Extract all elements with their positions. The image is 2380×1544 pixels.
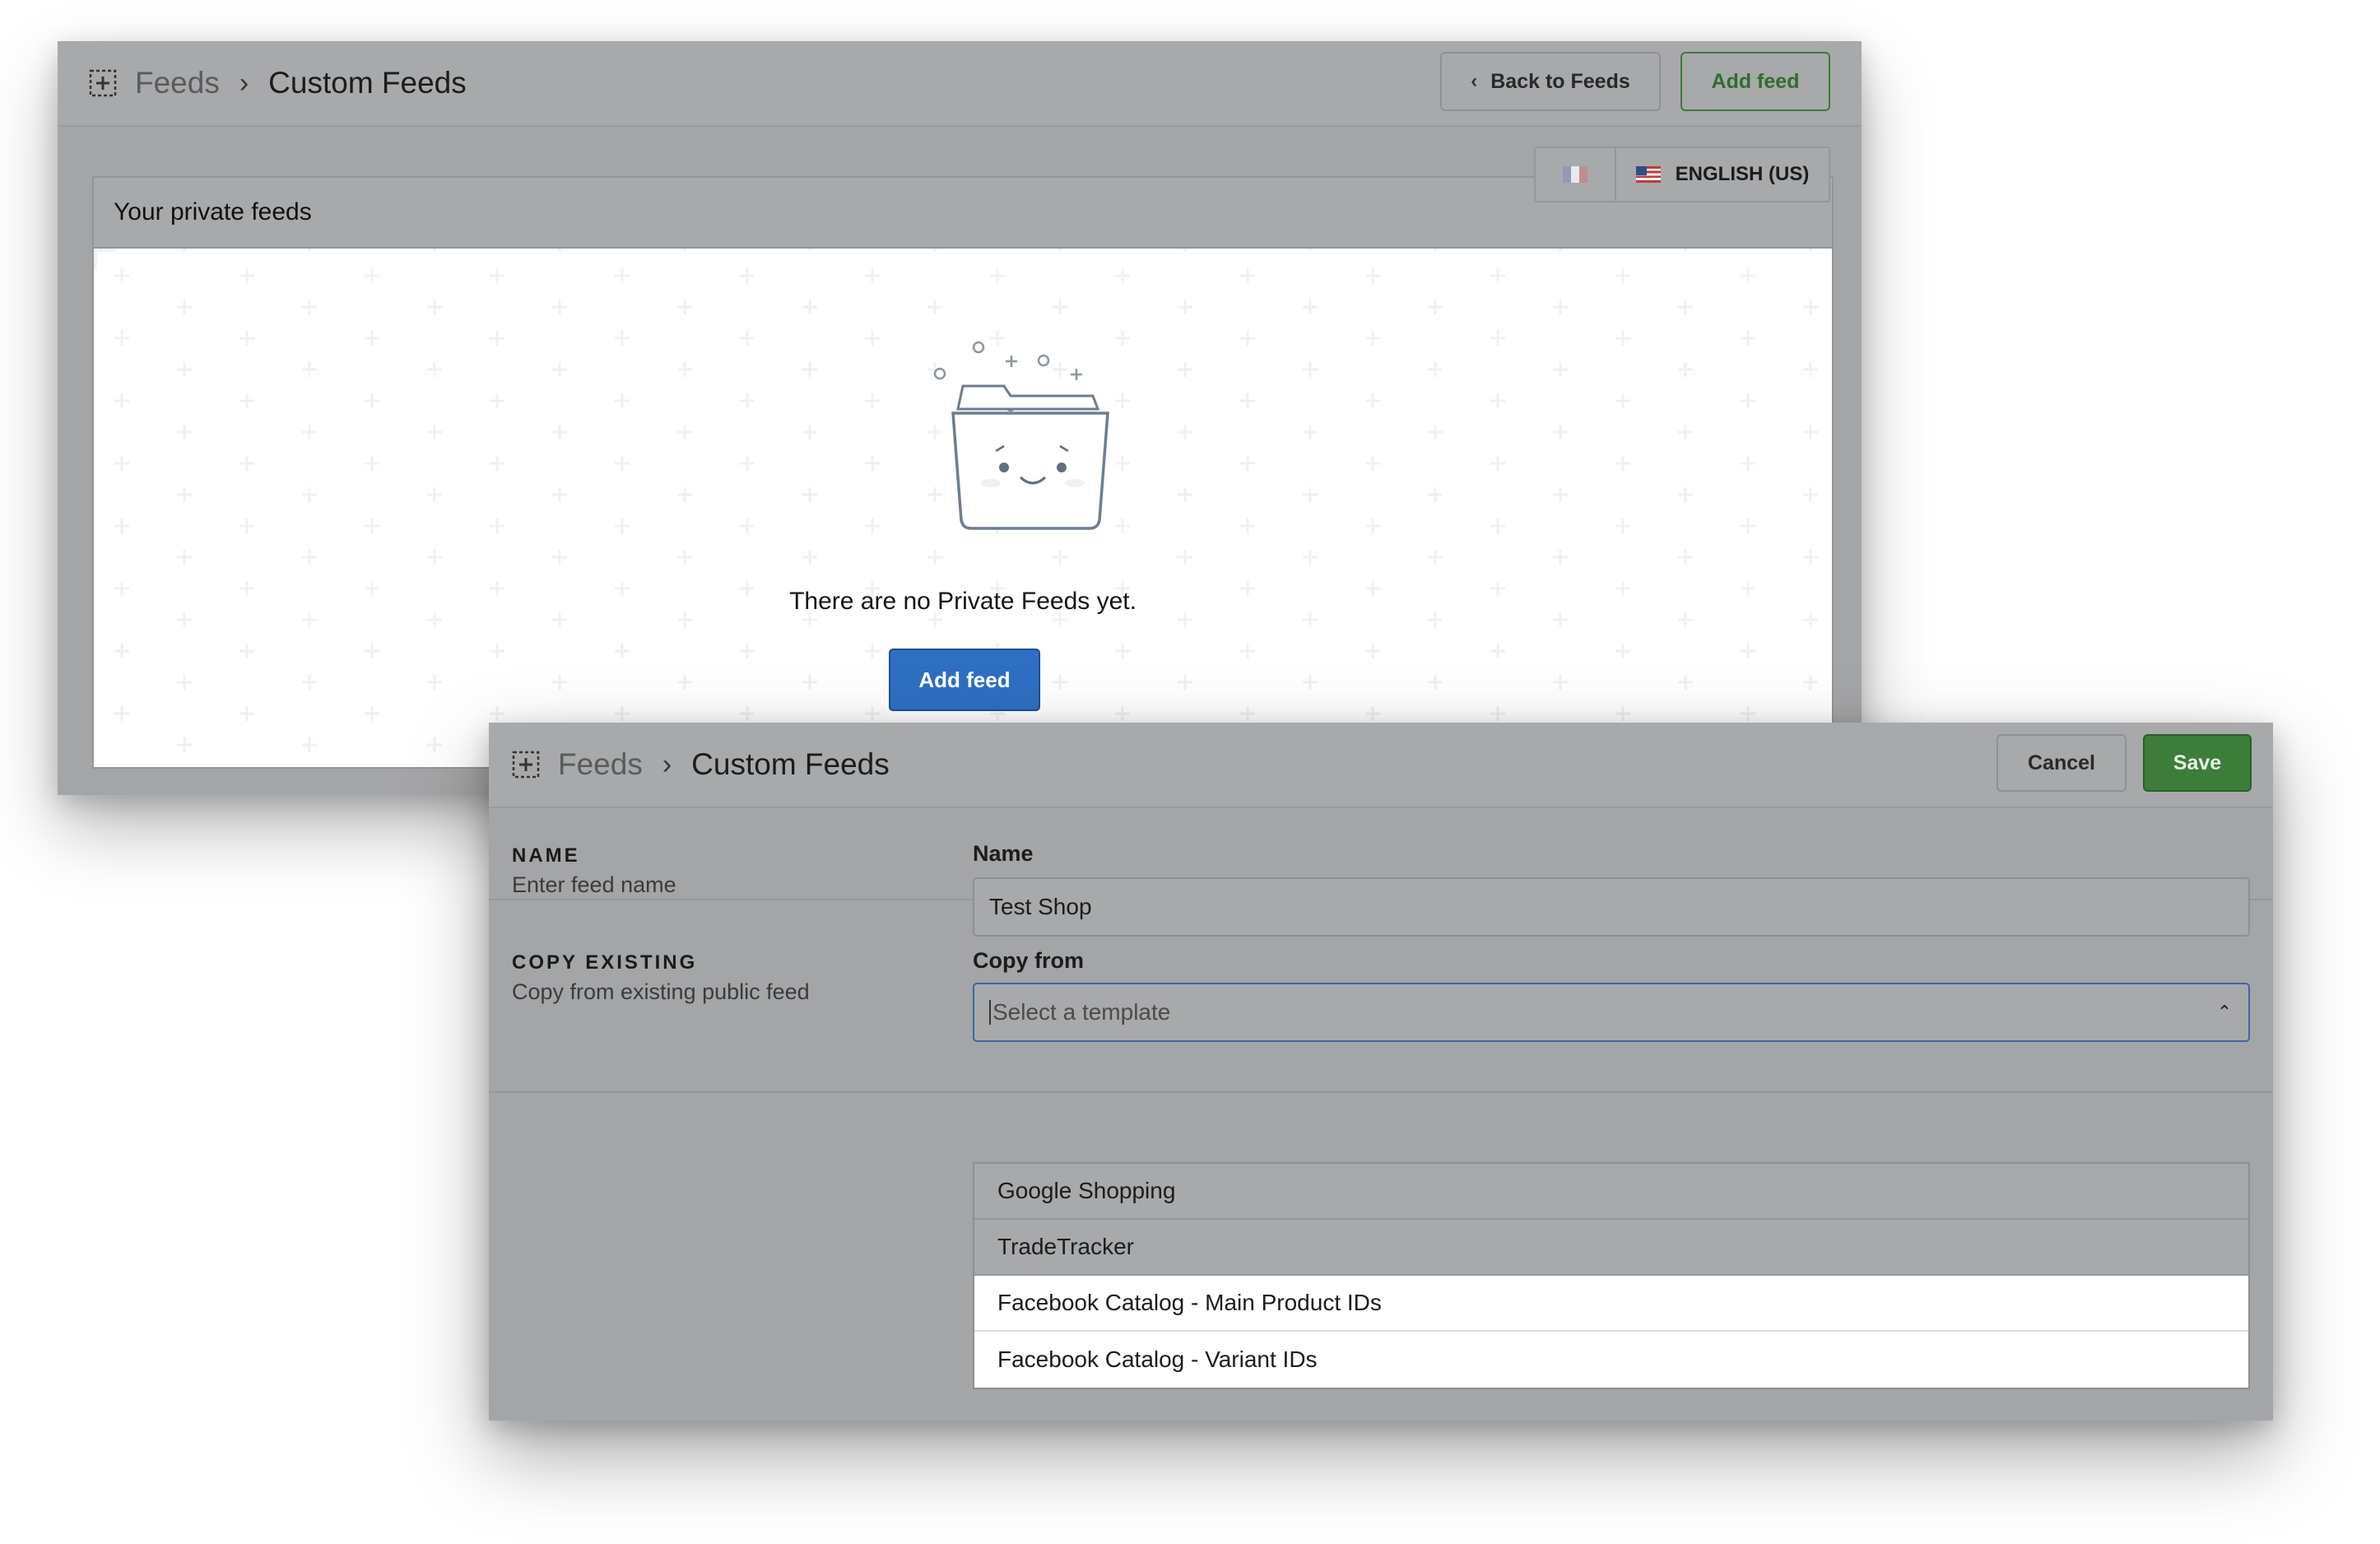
back-to-feeds-button[interactable]: ‹ Back to Feeds xyxy=(1440,52,1661,111)
language-label: ENGLISH (US) xyxy=(1675,163,1810,185)
breadcrumb: Feeds › Custom Feeds xyxy=(89,41,467,125)
new-feed-window: Feeds › Custom Feeds Cancel Save NAME En… xyxy=(489,723,2273,1421)
name-section-heading: NAME xyxy=(512,844,580,867)
dropdown-option-facebook-variant[interactable]: Facebook Catalog - Variant IDs xyxy=(974,1332,2248,1388)
back-to-feeds-label: Back to Feeds xyxy=(1490,69,1630,93)
breadcrumb-feeds-link[interactable]: Feeds xyxy=(135,66,220,100)
page-title: Custom Feeds xyxy=(268,66,467,100)
template-dropdown: Google Shopping TradeTracker Facebook Ca… xyxy=(973,1162,2250,1389)
dropdown-option-facebook-main[interactable]: Facebook Catalog - Main Product IDs xyxy=(974,1276,2248,1332)
private-feeds-panel: Your private feeds There are no Private … xyxy=(92,176,1834,769)
breadcrumb-feeds-link[interactable]: Feeds xyxy=(558,747,643,782)
chevron-up-icon[interactable]: ⌃ xyxy=(2212,984,2237,1040)
empty-state-message: There are no Private Feeds yet. xyxy=(789,588,1137,615)
feeds-list-window: Feeds › Custom Feeds ‹ Back to Feeds Add… xyxy=(58,41,1862,795)
copy-existing-section: COPY EXISTING Copy from existing public … xyxy=(489,900,2273,1093)
page-title: Custom Feeds xyxy=(691,747,890,781)
flag-fr-icon xyxy=(1563,166,1587,183)
cancel-button[interactable]: Cancel xyxy=(1997,734,2127,792)
text-cursor xyxy=(989,1000,991,1025)
name-field-label: Name xyxy=(973,841,1034,866)
language-option-en[interactable]: ENGLISH (US) xyxy=(1616,148,1829,201)
chevron-right-icon: › xyxy=(662,748,672,780)
dropdown-option-tradetracker[interactable]: TradeTracker xyxy=(974,1220,2248,1276)
dropdown-option-google-shopping[interactable]: Google Shopping xyxy=(974,1164,2248,1220)
flag-us-icon xyxy=(1635,166,1661,183)
language-switcher[interactable]: ENGLISH (US) xyxy=(1534,146,1830,202)
language-option-fr[interactable] xyxy=(1536,148,1616,201)
app-grid-icon xyxy=(89,69,117,97)
header-bar: Feeds › Custom Feeds ‹ Back to Feeds Add… xyxy=(58,41,1862,127)
chevron-left-icon: ‹ xyxy=(1471,70,1478,92)
template-select-placeholder: Select a template xyxy=(992,999,1171,1025)
app-grid-icon xyxy=(512,751,540,779)
add-feed-button[interactable]: Add feed xyxy=(889,649,1040,711)
copy-section-description: Copy from existing public feed xyxy=(512,979,810,1004)
chevron-right-icon: › xyxy=(239,67,249,99)
name-section-description: Enter feed name xyxy=(512,872,676,897)
copy-section-heading: COPY EXISTING xyxy=(512,951,698,974)
breadcrumb: Feeds › Custom Feeds xyxy=(512,723,890,807)
name-section: NAME Enter feed name Name Test Shop xyxy=(489,808,2273,937)
save-button[interactable]: Save xyxy=(2143,734,2252,792)
template-select[interactable]: Select a template ⌃ xyxy=(973,983,2250,1042)
header-bar: Feeds › Custom Feeds Cancel Save xyxy=(489,723,2273,808)
empty-folder-illustration xyxy=(933,341,1109,530)
empty-state: There are no Private Feeds yet. Add feed xyxy=(94,249,1832,767)
copy-from-label: Copy from xyxy=(973,948,1084,973)
add-feed-header-button[interactable]: Add feed xyxy=(1680,52,1830,111)
